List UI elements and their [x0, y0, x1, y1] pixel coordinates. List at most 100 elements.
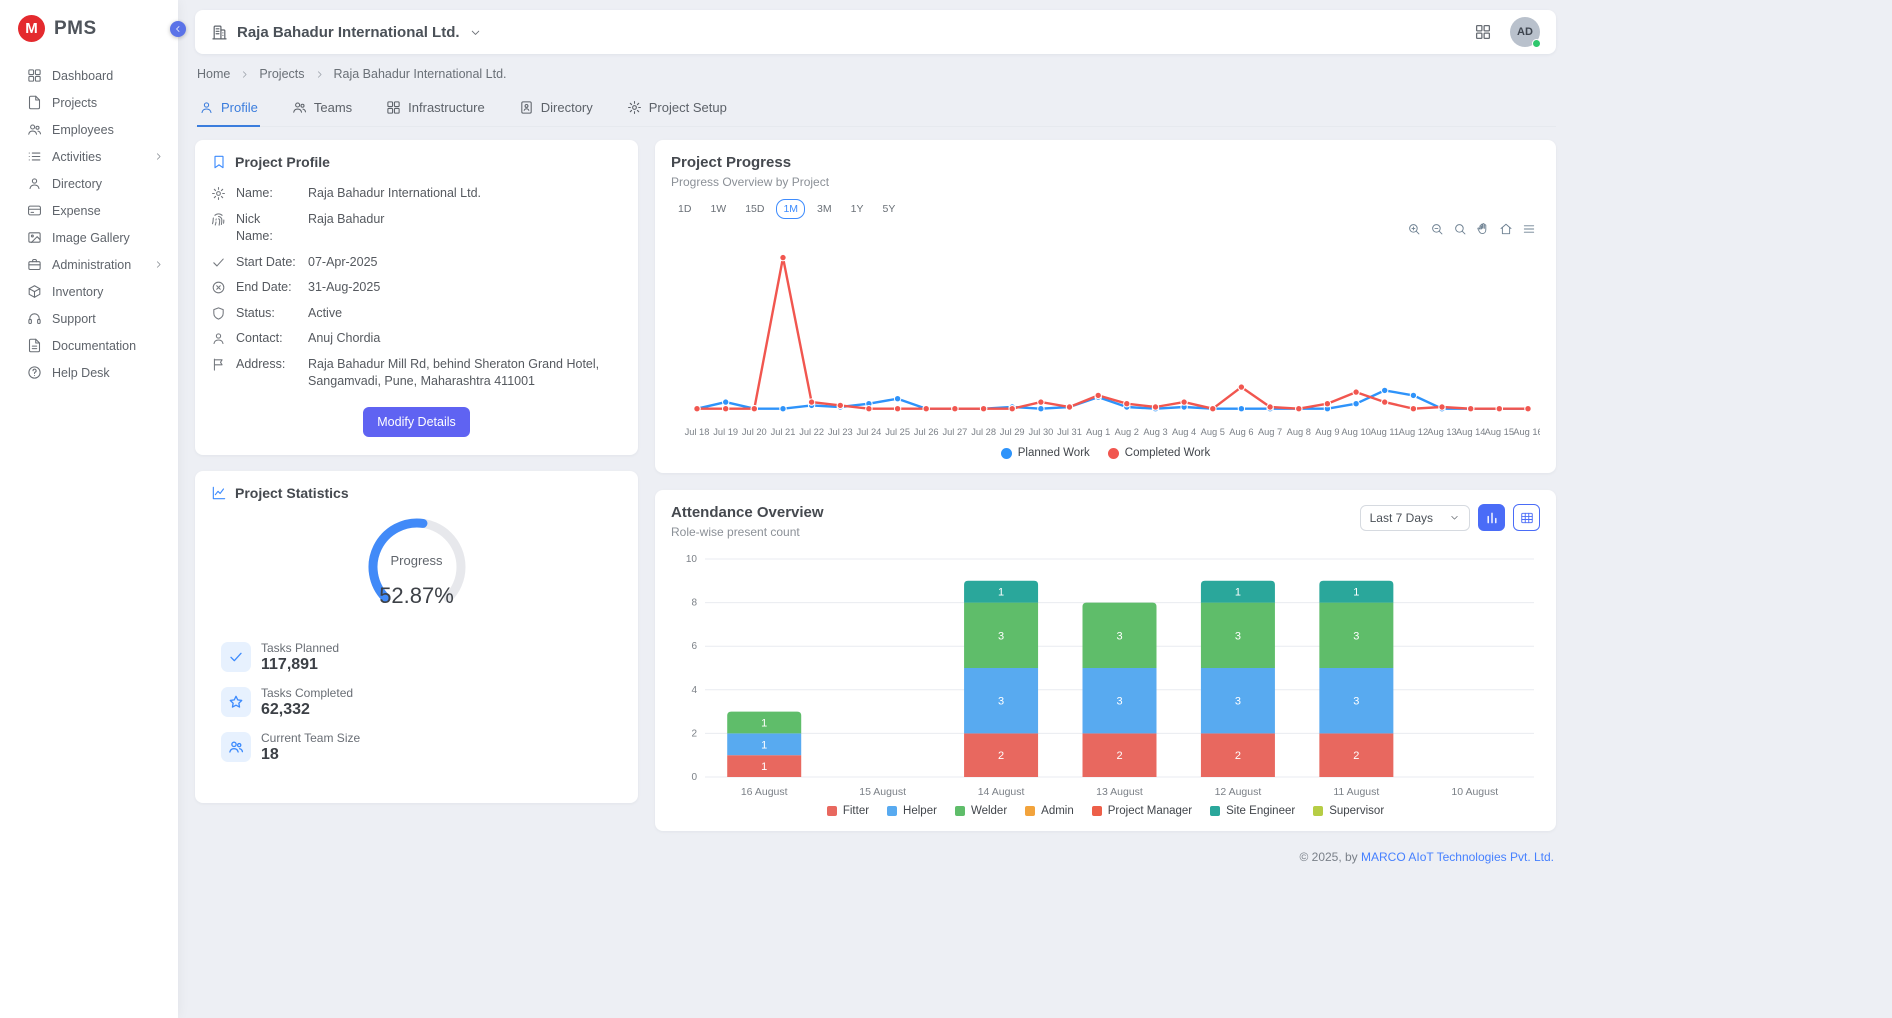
data-point[interactable]	[894, 406, 900, 412]
check-icon	[221, 642, 251, 672]
range-button-15d[interactable]: 15D	[738, 199, 771, 219]
data-point[interactable]	[751, 406, 757, 412]
legend-item-planned-work[interactable]: Planned Work	[1001, 447, 1090, 459]
flag-icon	[211, 357, 226, 372]
data-point[interactable]	[1009, 406, 1015, 412]
legend-item-admin[interactable]: Admin	[1025, 805, 1074, 817]
data-point[interactable]	[866, 406, 872, 412]
breadcrumb-item-raja-bahadur-international-ltd[interactable]: Raja Bahadur International Ltd.	[334, 67, 507, 81]
data-point[interactable]	[923, 406, 929, 412]
data-point[interactable]	[1238, 406, 1244, 412]
panning-icon[interactable]	[1476, 222, 1490, 236]
data-point[interactable]	[1468, 406, 1474, 412]
data-point[interactable]	[694, 406, 700, 412]
home-icon[interactable]	[1499, 222, 1513, 236]
data-point[interactable]	[723, 399, 729, 405]
data-point[interactable]	[1267, 404, 1273, 410]
data-point[interactable]	[780, 254, 786, 260]
data-point[interactable]	[837, 402, 843, 408]
sidebar-item-help-desk[interactable]: Help Desk	[0, 359, 178, 386]
data-point[interactable]	[894, 396, 900, 402]
zoom-out-icon[interactable]	[1430, 222, 1444, 236]
data-point[interactable]	[1382, 399, 1388, 405]
bar-value-label: 2	[998, 750, 1004, 762]
sidebar-item-inventory[interactable]: Inventory	[0, 278, 178, 305]
zoom-in-icon[interactable]	[1407, 222, 1421, 236]
sidebar-item-documentation[interactable]: Documentation	[0, 332, 178, 359]
data-point[interactable]	[1066, 404, 1072, 410]
data-point[interactable]	[1324, 401, 1330, 407]
range-button-1m[interactable]: 1M	[776, 199, 805, 219]
tab-directory[interactable]: Directory	[517, 92, 595, 127]
data-point[interactable]	[1382, 387, 1388, 393]
data-point[interactable]	[952, 406, 958, 412]
data-point[interactable]	[1496, 406, 1502, 412]
breadcrumb-item-home[interactable]: Home	[197, 67, 230, 81]
date-range-select[interactable]: Last 7 Days	[1360, 505, 1470, 531]
legend-item-helper[interactable]: Helper	[887, 805, 937, 817]
sidebar-item-dashboard[interactable]: Dashboard	[0, 62, 178, 89]
sidebar-collapse-button[interactable]	[170, 21, 186, 37]
selection-icon[interactable]	[1453, 222, 1467, 236]
apps-grid-icon[interactable]	[1474, 23, 1492, 41]
data-point[interactable]	[1095, 392, 1101, 398]
company-selector[interactable]: Raja Bahadur International Ltd.	[211, 24, 482, 41]
bar-value-label: 3	[998, 630, 1004, 642]
menu-icon[interactable]	[1522, 222, 1536, 236]
data-point[interactable]	[980, 406, 986, 412]
range-button-3m[interactable]: 3M	[810, 199, 839, 219]
chevron-right-icon	[153, 151, 164, 162]
data-point[interactable]	[1152, 404, 1158, 410]
data-point[interactable]	[723, 406, 729, 412]
data-point[interactable]	[1038, 399, 1044, 405]
data-point[interactable]	[1238, 384, 1244, 390]
sidebar-item-projects[interactable]: Projects	[0, 89, 178, 116]
inventory-icon	[27, 284, 42, 299]
logo[interactable]: M PMS	[0, 0, 178, 62]
data-point[interactable]	[808, 399, 814, 405]
legend-item-project-manager[interactable]: Project Manager	[1092, 805, 1192, 817]
range-button-5y[interactable]: 5Y	[875, 199, 902, 219]
avatar[interactable]: AD	[1510, 17, 1540, 47]
data-point[interactable]	[1038, 406, 1044, 412]
range-button-1d[interactable]: 1D	[671, 199, 698, 219]
x-tick-label: Aug 11	[1370, 427, 1399, 437]
data-point[interactable]	[1124, 401, 1130, 407]
footer-link[interactable]: MARCO AIoT Technologies Pvt. Ltd.	[1361, 850, 1554, 864]
data-point[interactable]	[1410, 392, 1416, 398]
range-button-1w[interactable]: 1W	[703, 199, 733, 219]
data-point[interactable]	[1353, 401, 1359, 407]
data-point[interactable]	[1410, 406, 1416, 412]
sidebar-item-directory[interactable]: Directory	[0, 170, 178, 197]
table-view-button[interactable]	[1513, 504, 1540, 531]
sidebar-item-expense[interactable]: Expense	[0, 197, 178, 224]
data-point[interactable]	[1439, 404, 1445, 410]
data-point[interactable]	[1296, 406, 1302, 412]
legend-item-welder[interactable]: Welder	[955, 805, 1007, 817]
sidebar-item-activities[interactable]: Activities	[0, 143, 178, 170]
data-point[interactable]	[780, 406, 786, 412]
breadcrumb-item-projects[interactable]: Projects	[259, 67, 304, 81]
stat-label: Tasks Planned	[261, 641, 339, 655]
tab-profile[interactable]: Profile	[197, 92, 260, 127]
data-point[interactable]	[1181, 399, 1187, 405]
legend-item-completed-work[interactable]: Completed Work	[1108, 447, 1210, 459]
legend-marker	[827, 806, 837, 816]
tab-teams[interactable]: Teams	[290, 92, 354, 127]
sidebar-item-image-gallery[interactable]: Image Gallery	[0, 224, 178, 251]
chart-view-button[interactable]	[1478, 504, 1505, 531]
grid-icon	[386, 100, 401, 115]
range-button-1y[interactable]: 1Y	[844, 199, 871, 219]
data-point[interactable]	[1210, 406, 1216, 412]
sidebar-item-employees[interactable]: Employees	[0, 116, 178, 143]
modify-details-button[interactable]: Modify Details	[363, 407, 470, 437]
tab-project-setup[interactable]: Project Setup	[625, 92, 729, 127]
legend-item-site-engineer[interactable]: Site Engineer	[1210, 805, 1295, 817]
legend-item-fitter[interactable]: Fitter	[827, 805, 869, 817]
tab-infrastructure[interactable]: Infrastructure	[384, 92, 487, 127]
sidebar-item-administration[interactable]: Administration	[0, 251, 178, 278]
data-point[interactable]	[1525, 406, 1531, 412]
sidebar-item-support[interactable]: Support	[0, 305, 178, 332]
data-point[interactable]	[1353, 389, 1359, 395]
legend-item-supervisor[interactable]: Supervisor	[1313, 805, 1384, 817]
